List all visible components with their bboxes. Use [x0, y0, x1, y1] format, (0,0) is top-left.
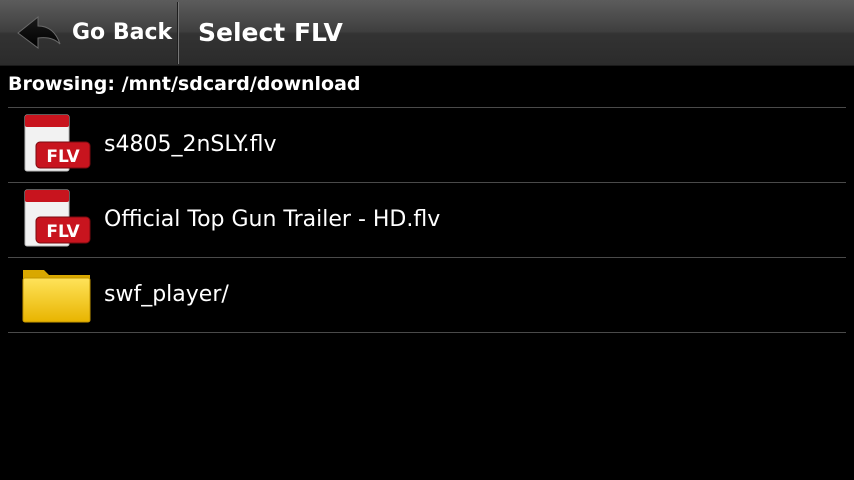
- folder-icon: [22, 270, 91, 323]
- action-bar: Go Back Select FLV: [0, 0, 854, 66]
- file-row-s4805[interactable]: FLV s4805_2nSLY.flv: [8, 108, 846, 183]
- page-title: Select FLV: [198, 18, 343, 47]
- flv-icon-text: FLV: [46, 222, 80, 242]
- folder-row-swf-player[interactable]: swf_player/: [8, 258, 846, 333]
- file-name: Official Top Gun Trailer - HD.flv: [104, 207, 441, 232]
- folder-name: swf_player/: [104, 282, 229, 307]
- flv-icon-text: FLV: [46, 147, 80, 167]
- go-back-label: Go Back: [72, 20, 173, 45]
- file-row-top-gun[interactable]: FLV Official Top Gun Trailer - HD.flv: [8, 183, 846, 258]
- file-list: FLV s4805_2nSLY.flv FLV Official Top Gun…: [8, 107, 846, 333]
- go-back-button[interactable]: Go Back: [0, 0, 177, 66]
- file-name: s4805_2nSLY.flv: [104, 132, 277, 157]
- flv-file-icon: FLV: [24, 114, 91, 172]
- header-divider: [177, 2, 179, 64]
- back-arrow-icon: [17, 15, 61, 49]
- flv-file-icon: FLV: [24, 189, 91, 247]
- browsing-path: Browsing: /mnt/sdcard/download: [8, 73, 361, 95]
